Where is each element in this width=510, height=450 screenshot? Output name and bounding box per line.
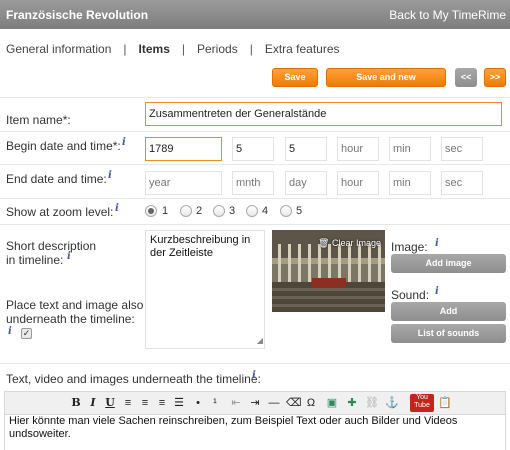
zoom-option-label: 3 (229, 205, 236, 217)
tab-bar: General information | Items | Periods | Extra … (6, 42, 340, 56)
save-button[interactable]: Save (272, 68, 318, 87)
align-center-icon[interactable]: ≡ (138, 396, 152, 410)
trash-icon: 🗑 (318, 238, 332, 248)
divider (0, 224, 510, 225)
paste-icon[interactable]: 📋 (438, 396, 452, 410)
end-month-input[interactable]: mnth (232, 171, 274, 195)
tab-separator: | (249, 42, 253, 56)
tab-extra-features[interactable]: Extra features (265, 42, 340, 56)
add-sound-button[interactable]: Add (391, 302, 506, 321)
previous-item-button[interactable]: << (455, 68, 477, 87)
end-date-info-icon[interactable]: i (108, 170, 112, 181)
indent-icon[interactable]: ⇥ (248, 396, 262, 410)
begin-date-label: Begin date and time*: (6, 139, 121, 153)
align-justify-icon[interactable]: ☰ (172, 396, 186, 410)
tab-separator: | (181, 42, 185, 56)
tab-periods[interactable]: Periods (197, 42, 238, 56)
short-description-label-line2: in timeline: (6, 253, 64, 267)
divider (0, 198, 510, 199)
add-image-button[interactable]: Add image (391, 254, 506, 273)
begin-second-input[interactable]: sec (441, 137, 483, 161)
place-below-label-line2: underneath the timeline: (6, 312, 135, 326)
save-and-new-button[interactable]: Save and new (326, 68, 446, 87)
short-description-info-icon[interactable]: i (67, 251, 71, 262)
zoom-radio-4[interactable] (246, 205, 258, 217)
clear-image-label: Clear Image (331, 238, 381, 248)
list-of-sounds-button[interactable]: List of sounds (391, 324, 506, 343)
tab-general-information[interactable]: General information (6, 42, 111, 56)
short-description-text: Kurzbeschreibung in der Zeitleiste (150, 234, 251, 259)
zoom-radio-5[interactable] (280, 205, 292, 217)
insert-image-icon[interactable]: ▣ (325, 396, 339, 410)
bullet-list-icon[interactable]: • (191, 396, 205, 410)
underline-icon[interactable]: U (103, 396, 117, 410)
zoom-level-label: Show at zoom level: (6, 205, 114, 219)
divider (0, 363, 510, 364)
begin-month-input[interactable]: 5 (232, 137, 274, 161)
youtube-icon-text: Tube (414, 402, 430, 409)
bold-icon[interactable]: B (69, 396, 83, 410)
sound-info-icon[interactable]: i (435, 286, 439, 297)
rich-text-info-icon[interactable]: i (252, 370, 256, 381)
back-to-my-timerime-link[interactable]: Back to My TimeRime (389, 8, 506, 22)
image-info-icon[interactable]: i (435, 238, 439, 249)
rich-text-editor[interactable]: Hier könnte man viele Sachen reinschreib… (4, 415, 506, 450)
align-left-icon[interactable]: ≡ (121, 396, 135, 410)
short-description-label: Short description (6, 239, 97, 253)
insert-link-icon[interactable]: ✚ (345, 396, 359, 410)
divider (0, 131, 510, 132)
tab-separator: | (123, 42, 127, 56)
zoom-option-label: 5 (296, 205, 303, 217)
item-name-input[interactable]: Zusammentreten der Generalstände (145, 102, 502, 126)
place-below-checkbox[interactable]: ✓ (21, 328, 32, 339)
outdent-icon[interactable]: ⇤ (229, 396, 243, 410)
end-day-input[interactable]: day (285, 171, 327, 195)
align-right-icon[interactable]: ≡ (155, 396, 169, 410)
eraser-icon[interactable]: ⌫ (286, 396, 302, 410)
zoom-radio-1[interactable] (145, 205, 157, 217)
end-date-label: End date and time: (6, 172, 107, 186)
horizontal-rule-icon[interactable]: — (267, 396, 281, 410)
anchor-icon[interactable]: ⚓ (385, 396, 399, 410)
timeline-title: Französische Revolution (6, 8, 149, 22)
zoom-radio-2[interactable] (180, 205, 192, 217)
begin-minute-input[interactable]: min (389, 137, 431, 161)
clear-image-button[interactable]: 🗑 Clear Image (318, 238, 381, 249)
zoom-option-label: 4 (262, 205, 269, 217)
rich-text-label: Text, video and images underneath the ti… (6, 372, 261, 386)
begin-hour-input[interactable]: hour (337, 137, 379, 161)
next-item-button[interactable]: >> (484, 68, 506, 87)
divider (0, 97, 510, 98)
begin-date-info-icon[interactable]: i (122, 137, 126, 148)
place-below-info-icon[interactable]: i (8, 326, 12, 337)
item-image-thumbnail: 🗑 Clear Image (272, 230, 385, 312)
header-bar: Französische Revolution Back to My TimeR… (0, 0, 510, 29)
tab-items[interactable]: Items (139, 42, 170, 56)
youtube-icon-text: You (416, 394, 428, 401)
zoom-radio-3[interactable] (213, 205, 225, 217)
zoom-option-label: 2 (196, 205, 203, 217)
unlink-icon[interactable]: ⛓ (365, 396, 379, 410)
zoom-option-label: 1 (162, 205, 169, 217)
end-second-input[interactable]: sec (441, 171, 483, 195)
zoom-level-info-icon[interactable]: i (115, 203, 119, 214)
place-below-label: Place text and image also (6, 298, 144, 312)
item-name-label: Item name*: (6, 113, 71, 127)
end-hour-input[interactable]: hour (337, 171, 379, 195)
image-label: Image: (391, 240, 428, 254)
divider (0, 164, 510, 165)
begin-year-input[interactable]: 1789 (145, 137, 222, 161)
sound-label: Sound: (391, 288, 430, 302)
end-year-input[interactable]: year (145, 171, 222, 195)
numbered-list-icon[interactable]: ¹ (208, 396, 222, 410)
omega-special-char-icon[interactable]: Ω (304, 396, 318, 410)
italic-icon[interactable]: I (86, 396, 100, 410)
end-minute-input[interactable]: min (389, 171, 431, 195)
youtube-icon[interactable]: You Tube (410, 394, 434, 412)
editor-toolbar: B I U ≡ ≡ ≡ ☰ • ¹ ⇤ ⇥ — ⌫ Ω ▣ ✚ ⛓ ⚓ You T… (4, 391, 506, 415)
begin-day-input[interactable]: 5 (285, 137, 327, 161)
resize-handle-icon[interactable]: ◢ (257, 334, 263, 347)
rich-text-content: Hier könnte man viele Sachen reinschreib… (9, 415, 458, 440)
short-description-textarea[interactable]: Kurzbeschreibung in der Zeitleiste ◢ (145, 230, 265, 349)
